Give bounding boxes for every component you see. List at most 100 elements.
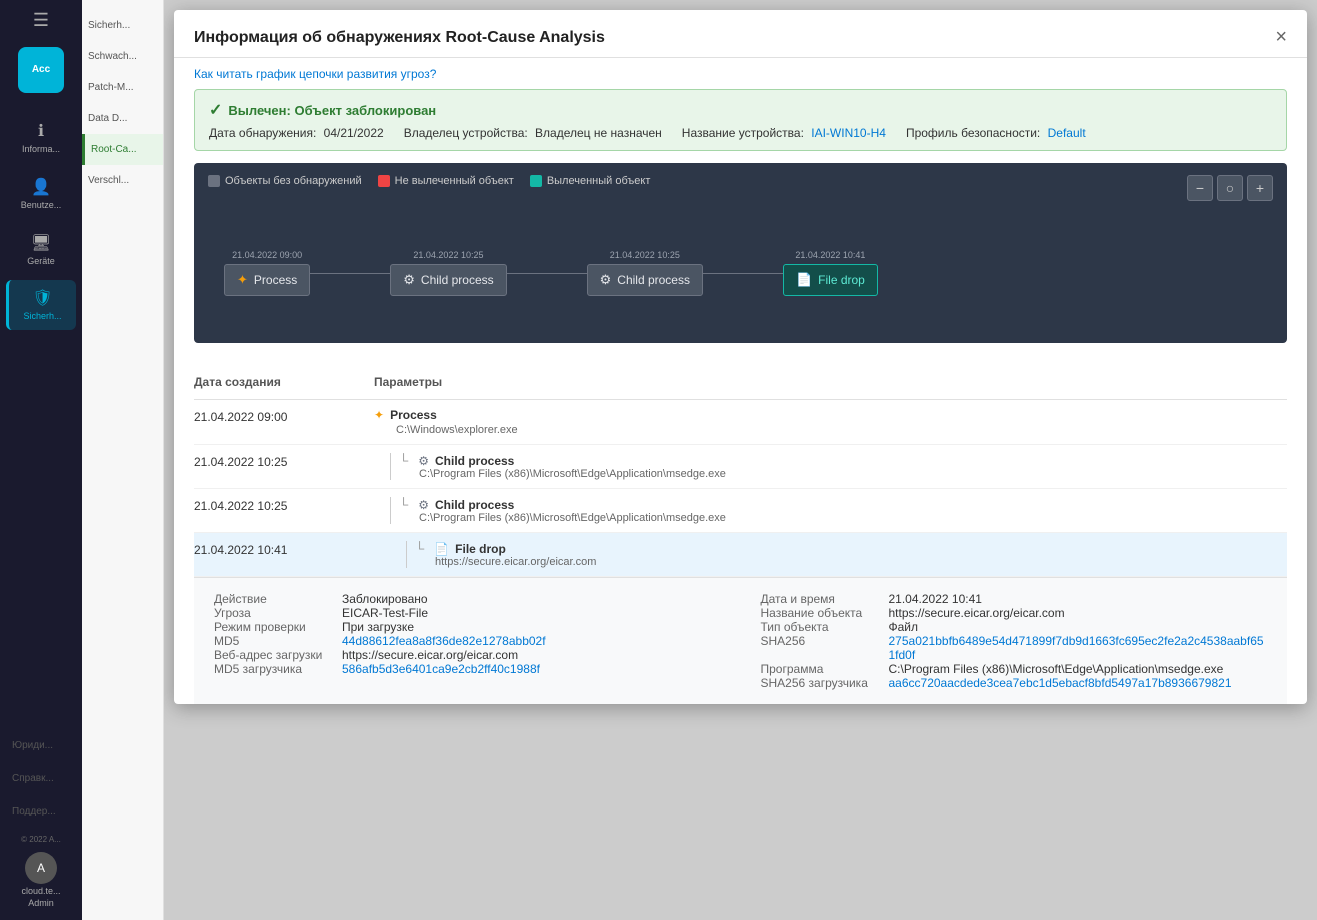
tree-connector-2: └ <box>399 497 408 512</box>
sidebar-item-label: Sicherh... <box>23 311 61 322</box>
device-label: Название устройства: <box>682 126 804 140</box>
md5-link[interactable]: 44d88612fea8a8f36de82e1278abb02f <box>342 634 546 648</box>
sidebar-item-label: Informa... <box>22 144 60 155</box>
sidebar-item-benutzer[interactable]: 👤 Benutze... <box>6 169 76 219</box>
param-label-1: Child process <box>435 454 514 468</box>
process-icon-0: ✦ <box>237 272 248 288</box>
detail-value-sha256: 275a021bbfb6489e54d471899f7db9d1663fc695… <box>889 634 1268 662</box>
node-timestamp-2: 21.04.2022 10:25 <box>610 250 680 260</box>
modal-title: Информация об обнаружениях Root-Cause An… <box>194 29 605 47</box>
param-path-2: C:\Program Files (x86)\Microsoft\Edge\Ap… <box>419 512 1287 524</box>
legend-no-detect: Объекты без обнаружений <box>208 175 362 187</box>
detail-value-md5: 44d88612fea8a8f36de82e1278abb02f <box>342 634 721 648</box>
param-row-2: └ ⚙ Child process <box>399 497 1287 512</box>
detail-row-sha256: SHA256 275a021bbfb6489e54d471899f7db9d16… <box>761 634 1268 662</box>
detail-label-web-addr: Веб-адрес загрузки <box>214 648 334 662</box>
node-connector-1 <box>507 273 587 274</box>
detail-value-action: Заблокировано <box>342 592 721 606</box>
row-params-0: ✦ Process C:\Windows\explorer.exe <box>374 408 1287 436</box>
copyright-text: © 2022 A... <box>17 835 65 844</box>
user-name: cloud.te... <box>21 886 60 896</box>
process-icon-3: 📄 <box>796 272 812 288</box>
hamburger-icon[interactable]: ☰ <box>33 10 49 31</box>
process-node-1: 21.04.2022 10:25 ⚙ Child process <box>390 250 506 296</box>
legend-cured: Вылеченный объект <box>530 175 651 187</box>
detail-row-obj-type: Тип объекта Файл <box>761 620 1268 634</box>
md5-loader-link[interactable]: 586afb5d3e6401ca9e2cb2ff40c1988f <box>342 662 540 676</box>
bottom-podder[interactable]: Поддер... <box>6 796 76 827</box>
bottom-juridi[interactable]: Юриди... <box>6 730 76 761</box>
param-icon-2: ⚙ <box>418 498 429 512</box>
param-path-0: C:\Windows\explorer.exe <box>396 424 1287 436</box>
sidebar: ☰ Acc ℹ Informa... 👤 Benutze... 🖥 Geräte… <box>0 0 82 920</box>
modal-close-button[interactable]: × <box>1275 26 1287 49</box>
detail-row-md5: MD5 44d88612fea8a8f36de82e1278abb02f <box>214 634 721 648</box>
process-icon-2: ⚙ <box>600 272 612 288</box>
sidebar-item-label: Benutze... <box>21 200 62 211</box>
param-row-3: └ 📄 File drop <box>415 541 1287 556</box>
secondary-item-verschl[interactable]: Verschl... <box>82 165 163 196</box>
secondary-item-datad[interactable]: Data D... <box>82 103 163 134</box>
legend-red-box <box>378 175 390 187</box>
process-node-box-1[interactable]: ⚙ Child process <box>390 264 506 296</box>
process-chain: 21.04.2022 09:00 ✦ Process 21.04.2022 10… <box>194 250 1287 296</box>
device-value-link[interactable]: IAI-WIN10-H4 <box>811 126 886 140</box>
process-label-0: Process <box>254 273 297 287</box>
row-date-0: 21.04.2022 09:00 <box>194 408 374 424</box>
owner-label: Владелец устройства: <box>404 126 528 140</box>
legend-no-detect-label: Объекты без обнаружений <box>225 175 362 187</box>
secondary-item-patch[interactable]: Patch-M... <box>82 72 163 103</box>
sha256-loader-link[interactable]: aa6cc720aacdede3cea7ebc1d5ebacf8bfd5497a… <box>889 676 1232 690</box>
detail-value-obj-type: Файл <box>889 620 1268 634</box>
user-role: Admin <box>28 898 54 908</box>
detail-row-threat: Угроза EICAR-Test-File <box>214 606 721 620</box>
process-node-2: 21.04.2022 10:25 ⚙ Child process <box>587 250 703 296</box>
modal-area: Информация об обнаружениях Root-Cause An… <box>164 0 1317 920</box>
logo-text: Acc <box>32 64 50 76</box>
detail-value-sha256-loader: aa6cc720aacdede3cea7ebc1d5ebacf8bfd5497a… <box>889 676 1268 690</box>
row-params-2: └ ⚙ Child process C:\Program Files (x86)… <box>374 497 1287 524</box>
bottom-spravk[interactable]: Справк... <box>6 763 76 794</box>
node-timestamp-3: 21.04.2022 10:41 <box>795 250 865 260</box>
zoom-out-button[interactable]: − <box>1187 175 1213 201</box>
detail-row-program: Программа C:\Program Files (x86)\Microso… <box>761 662 1268 676</box>
user-profile[interactable]: A cloud.te... Admin <box>21 852 60 908</box>
tree-connector-3: └ <box>415 541 424 556</box>
detail-label-sha256: SHA256 <box>761 634 881 648</box>
table-header: Дата создания Параметры <box>194 365 1287 400</box>
zoom-reset-button[interactable]: ○ <box>1217 175 1243 201</box>
detail-value-web-addr: https://secure.eicar.org/eicar.com <box>342 648 721 662</box>
zoom-in-button[interactable]: + <box>1247 175 1273 201</box>
detail-value-threat: EICAR-Test-File <box>342 606 721 620</box>
process-node-box-3[interactable]: 📄 File drop <box>783 264 878 296</box>
detail-value-program: C:\Program Files (x86)\Microsoft\Edge\Ap… <box>889 662 1268 676</box>
detail-label-program: Программа <box>761 662 881 676</box>
tree-connector-1: └ <box>399 453 408 468</box>
alert-owner: Владелец устройства: Владелец не назначе… <box>404 126 662 140</box>
node-connector-0 <box>310 273 390 274</box>
detail-value-datetime: 21.04.2022 10:41 <box>889 592 1268 606</box>
sidebar-item-informa[interactable]: ℹ Informa... <box>6 113 76 163</box>
graph-controls: − ○ + <box>1187 175 1273 201</box>
param-label-3: File drop <box>455 542 506 556</box>
alert-profile: Профиль безопасности: Default <box>906 126 1086 140</box>
sidebar-item-geraete[interactable]: 🖥 Geräte <box>6 225 76 275</box>
profile-value-link[interactable]: Default <box>1048 126 1086 140</box>
secondary-item-schwach[interactable]: Schwach... <box>82 41 163 72</box>
process-node-box-0[interactable]: ✦ Process <box>224 264 310 296</box>
sidebar-item-sicherheit[interactable]: 🛡 Sicherh... <box>6 280 76 330</box>
detail-row-scan-mode: Режим проверки При загрузке <box>214 620 721 634</box>
user-avatar: A <box>25 852 57 884</box>
detail-label-md5: MD5 <box>214 634 334 648</box>
alert-device: Название устройства: IAI-WIN10-H4 <box>682 126 886 140</box>
secondary-item-rootca[interactable]: Root-Ca... <box>82 134 163 165</box>
detail-label-datetime: Дата и время <box>761 592 881 606</box>
process-node-box-2[interactable]: ⚙ Child process <box>587 264 703 296</box>
detail-label-obj-type: Тип объекта <box>761 620 881 634</box>
secondary-item-sicherh[interactable]: Sicherh... <box>82 10 163 41</box>
chain-graph-link[interactable]: Как читать график цепочки развития угроз… <box>194 67 436 81</box>
detail-label-threat: Угроза <box>214 606 334 620</box>
sha256-link[interactable]: 275a021bbfb6489e54d471899f7db9d1663fc695… <box>889 634 1264 662</box>
process-node-3: 21.04.2022 10:41 📄 File drop <box>783 250 878 296</box>
alert-date: Дата обнаружения: 04/21/2022 <box>209 126 384 140</box>
